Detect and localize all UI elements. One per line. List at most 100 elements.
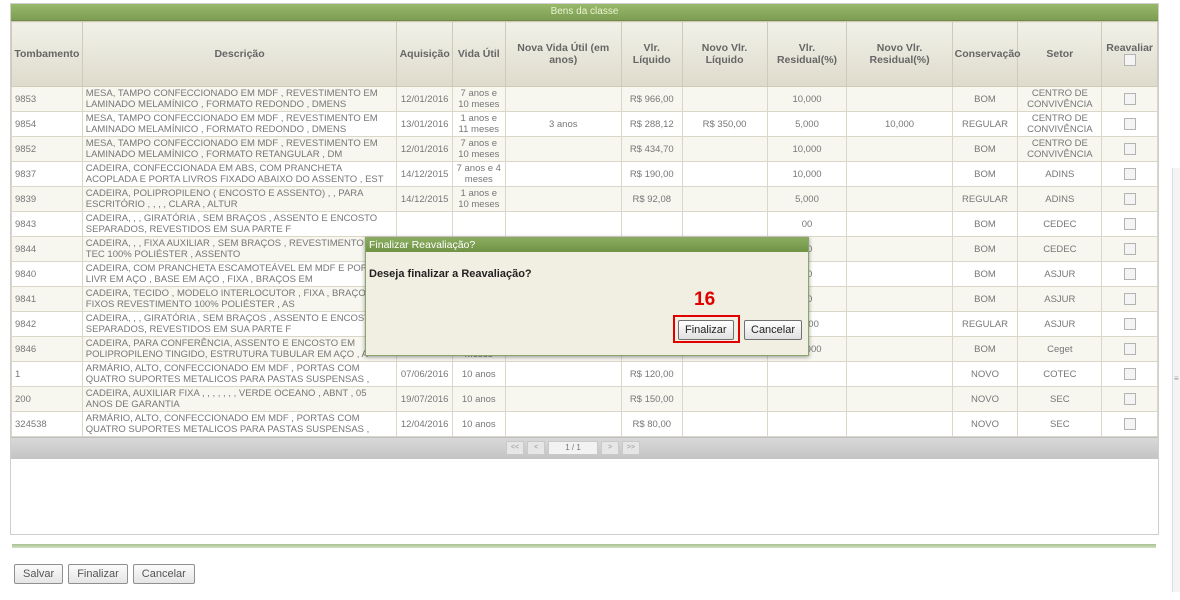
cell-nova-vida-util [504,186,622,212]
col-tombamento[interactable]: Tombamento [11,21,83,87]
table-header-row: Tombamento Descrição Aquisição Vida Útil… [11,21,1158,87]
cell-setor: COTEC [1017,361,1103,387]
reavaliar-checkbox[interactable] [1123,268,1136,280]
cell-tombamento: 9842 [11,311,83,337]
dialog-finalize-button[interactable]: Finalizar [678,320,734,340]
table-row[interactable]: 324538 ARMÁRIO, ALTO, CONFECCIONADO EM MD… [11,411,1158,437]
col-vida-util[interactable]: Vida Útil [451,21,506,87]
cell-tombamento: 9843 [11,211,83,237]
cell-reavaliar [1101,361,1158,387]
cell-nova-vida-util [504,411,622,437]
col-nova-vida-util[interactable]: Nova Vida Útil (em anos) [504,21,622,87]
pager-next-button[interactable]: > [601,441,619,455]
cell-conservacao: BOM [951,261,1019,287]
cell-descricao: CADEIRA, PARA CONFERÊNCIA, ASSENTO E ENC… [81,336,398,362]
pager-last-button[interactable]: >> [622,441,640,455]
cell-reavaliar [1101,186,1158,212]
reavaliar-checkbox[interactable] [1123,218,1136,230]
col-novo-vlr-residual[interactable]: Novo Vlr. Residual(%) [846,21,953,87]
cell-vida-util: 7 anos e 10 meses [451,86,506,112]
dialog-message: Deseja finalizar a Reavaliação? [369,268,532,280]
save-button[interactable]: Salvar [14,564,64,584]
col-vlr-residual[interactable]: Vlr. Residual(%) [766,21,848,87]
pager-bar: << < 1 / 1 > >> [11,437,1158,459]
cell-descricao: CADEIRA, , , GIRATÓRIA , SEM BRAÇOS , AS… [81,211,398,237]
table-row[interactable]: 9853 MESA, TAMPO CONFECCIONADO EM MDF , R… [11,86,1158,112]
cell-vlr-liquido: R$ 80,00 [620,411,683,437]
cell-vlr-liquido: R$ 288,12 [620,111,683,137]
cell-reavaliar [1101,161,1158,187]
col-vlr-liquido[interactable]: Vlr. Líquido [620,21,683,87]
cell-vida-util: 7 anos e 10 meses [451,136,506,162]
cell-descricao: CADEIRA, , , FIXA AUXILIAR , SEM BRAÇOS … [81,236,398,262]
cell-vida-util: 10 anos [451,361,506,387]
cell-vlr-residual: 5,000 [766,111,848,137]
pager-info: 1 / 1 [548,441,598,455]
cell-vlr-residual: 10,000 [766,136,848,162]
table-row[interactable]: 200 CADEIRA, AUXILIAR FIXA , , , , , , , … [11,386,1158,412]
table-row[interactable]: 9854 MESA, TAMPO CONFECCIONADO EM MDF , R… [11,111,1158,137]
cell-novo-vlr-residual [846,411,953,437]
cell-novo-vlr-residual [846,286,953,312]
reavaliar-checkbox[interactable] [1123,193,1136,205]
reavaliar-checkbox[interactable] [1123,393,1136,405]
cell-vlr-liquido: R$ 190,00 [620,161,683,187]
table-row[interactable]: 9852 MESA, TAMPO CONFECCIONADO EM MDF , R… [11,136,1158,162]
reavaliar-checkbox[interactable] [1123,343,1136,355]
bens-table: Tombamento Descrição Aquisição Vida Útil… [11,21,1158,437]
cell-reavaliar [1101,261,1158,287]
pager-first-button[interactable]: << [506,441,524,455]
panel-title: Bens da classe [11,4,1158,21]
col-descricao[interactable]: Descrição [81,21,398,87]
cell-tombamento: 9837 [11,161,83,187]
cell-novo-vlr-liquido [681,161,768,187]
scroll-grip-icon: ≡ [1174,374,1179,383]
cell-vida-util [451,211,506,237]
cell-novo-vlr-liquido: R$ 350,00 [681,111,768,137]
reavaliar-checkbox[interactable] [1123,243,1136,255]
cell-nova-vida-util [504,386,622,412]
cell-novo-vlr-residual [846,361,953,387]
table-row[interactable]: 9839 CADEIRA, POLIPROPILENO ( ENCOSTO E A… [11,186,1158,212]
cell-descricao: CADEIRA, TECIDO , MODELO INTERLOCUTOR , … [81,286,398,312]
pager-prev-button[interactable]: < [527,441,545,455]
finish-button[interactable]: Finalizar [68,564,128,584]
reavaliar-checkbox[interactable] [1123,168,1136,180]
cell-aquisicao: 07/06/2016 [396,361,453,387]
col-reavaliar: Reavaliar [1101,21,1158,87]
col-setor[interactable]: Setor [1017,21,1103,87]
cell-conservacao: BOM [951,286,1019,312]
cell-nova-vida-util [504,211,622,237]
cell-vlr-residual: 00 [766,211,848,237]
reavaliar-checkbox[interactable] [1123,368,1136,380]
cell-aquisicao: 12/04/2016 [396,411,453,437]
col-conservacao[interactable]: Conservação [951,21,1021,87]
reavaliar-checkbox[interactable] [1123,418,1136,430]
reavaliar-checkbox[interactable] [1123,293,1136,305]
table-row[interactable]: 9837 CADEIRA, CONFECCIONADA EM ABS, COM P… [11,161,1158,187]
reavaliar-checkbox[interactable] [1123,118,1136,130]
cell-nova-vida-util [504,161,622,187]
cell-vlr-residual [766,361,848,387]
col-reavaliar-label: Reavaliar [1106,41,1153,54]
cell-setor: SEC [1017,386,1103,412]
table-row[interactable]: 9843 CADEIRA, , , GIRATÓRIA , SEM BRAÇOS … [11,211,1158,237]
cell-setor: ASJUR [1017,261,1103,287]
cancel-button[interactable]: Cancelar [132,564,195,584]
step-annotation: 16 [694,289,716,310]
reavaliar-checkbox[interactable] [1123,143,1136,155]
dialog-title: Finalizar Reavaliação? [366,238,808,252]
cell-descricao: ARMÁRIO, ALTO, CONFECCIONADO EM MDF , PO… [81,411,398,437]
col-novo-vlr-liquido[interactable]: Novo Vlr. Líquido [681,21,768,87]
cell-vlr-liquido: R$ 434,70 [620,136,683,162]
cell-novo-vlr-residual [846,311,953,337]
reavaliar-checkbox[interactable] [1123,318,1136,330]
table-row[interactable]: 1 ARMÁRIO, ALTO, CONFECCIONADO EM MDF , P… [11,361,1158,387]
select-all-checkbox[interactable] [1123,54,1136,67]
cell-descricao: ARMÁRIO, ALTO, CONFECCIONADO EM MDF , PO… [81,361,398,387]
col-aquisicao[interactable]: Aquisição [396,21,453,87]
dialog-cancel-button[interactable]: Cancelar [744,320,803,340]
cell-descricao: MESA, TAMPO CONFECCIONADO EM MDF , REVES… [81,136,398,162]
cell-tombamento: 9853 [11,86,83,112]
reavaliar-checkbox[interactable] [1123,93,1136,105]
